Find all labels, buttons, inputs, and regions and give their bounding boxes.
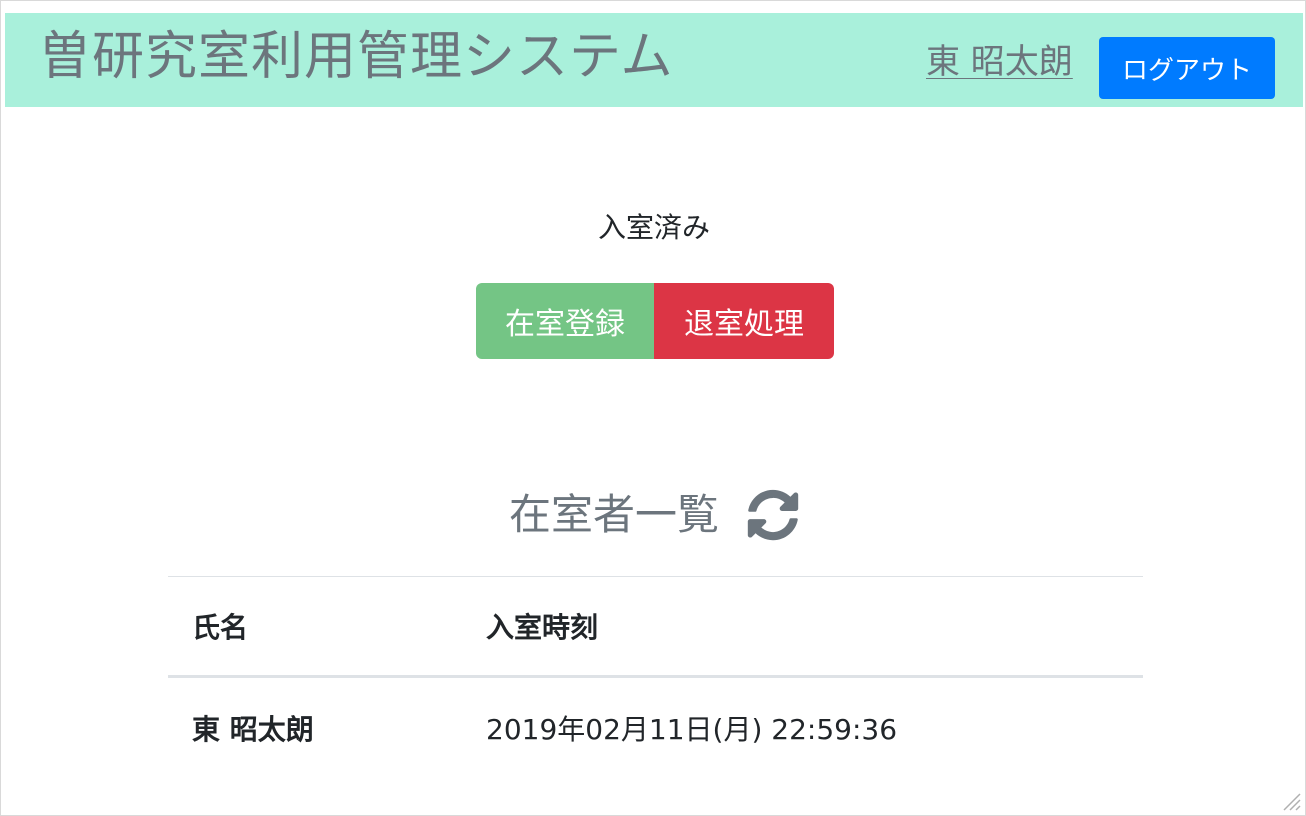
occupant-name: 東 昭太朗 — [192, 713, 314, 746]
attendance-button-group: 在室登録 退室処理 — [476, 283, 834, 359]
refresh-icon[interactable] — [747, 489, 799, 541]
exit-process-button[interactable]: 退室処理 — [654, 283, 834, 359]
occupants-title: 在室者一覧 — [508, 490, 719, 539]
table-header-row: 氏名 入室時刻 — [168, 576, 1143, 678]
column-header-entry-time: 入室時刻 — [462, 576, 1143, 678]
enter-register-button[interactable]: 在室登録 — [476, 283, 654, 359]
occupants-section-heading: 在室者一覧 — [1, 487, 1306, 543]
logout-button[interactable]: ログアウト — [1099, 37, 1275, 99]
occupant-entry-time: 2019年02月11日(月) 22:59:36 — [486, 713, 898, 746]
resize-grip-icon[interactable] — [1279, 789, 1301, 811]
app-window: 曽研究室利用管理システム 東 昭太朗 ログアウト 入室済み 在室登録 退室処理 … — [0, 0, 1306, 816]
column-header-name: 氏名 — [168, 576, 462, 678]
header-bar: 曽研究室利用管理システム 東 昭太朗 ログアウト — [5, 13, 1303, 107]
user-name-link[interactable]: 東 昭太朗 — [926, 39, 1073, 85]
status-text: 入室済み — [597, 211, 710, 244]
occupants-table: 氏名 入室時刻 東 昭太朗 2019年02月11日(月) 22:59:36 — [168, 576, 1143, 778]
app-title: 曽研究室利用管理システム — [39, 27, 674, 87]
table-row: 東 昭太朗 2019年02月11日(月) 22:59:36 — [168, 677, 1143, 779]
